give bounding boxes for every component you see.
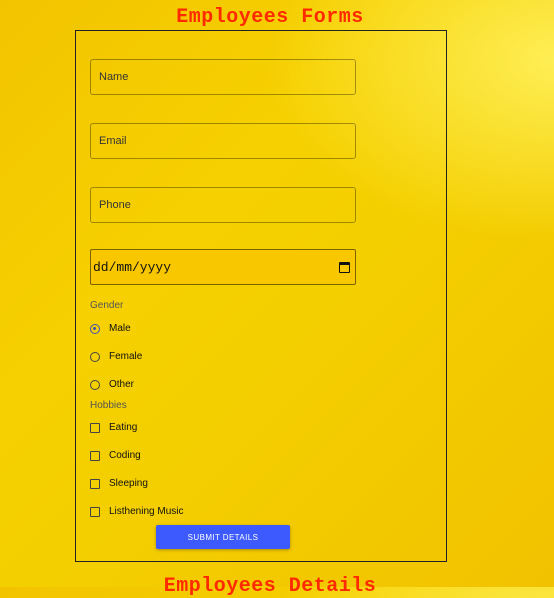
gender-option-female[interactable]: Female (90, 351, 142, 362)
phone-input[interactable] (90, 187, 356, 223)
hobby-option-coding[interactable]: Coding (90, 450, 141, 461)
hobbies-label: Hobbies (90, 400, 127, 411)
gender-option-other[interactable]: Other (90, 379, 134, 390)
checkbox-sleeping[interactable] (90, 478, 100, 489)
date-value: dd/mm/yyyy (93, 259, 172, 275)
submit-details-button[interactable]: SUBMIT DETAILS (156, 525, 290, 549)
hobby-option-label: Sleeping (109, 478, 148, 489)
checkbox-music[interactable] (90, 506, 100, 517)
radio-other[interactable] (90, 379, 100, 390)
page-title: Employees Forms (176, 6, 364, 29)
gender-option-label: Other (109, 379, 135, 390)
radio-female[interactable] (90, 351, 100, 362)
date-input[interactable]: dd/mm/yyyy (90, 249, 356, 285)
name-input[interactable] (90, 59, 356, 95)
gender-option-label: Female (109, 351, 143, 362)
hobby-option-music[interactable]: Listhening Music (90, 506, 183, 517)
gender-option-label: Male (109, 323, 131, 334)
email-input[interactable] (90, 123, 356, 159)
hobby-option-label: Coding (109, 450, 141, 461)
checkbox-coding[interactable] (90, 450, 100, 461)
radio-male[interactable] (90, 323, 100, 334)
employee-form: dd/mm/yyyy Gender Male Female Other Hobb… (75, 30, 447, 562)
gender-label: Gender (90, 300, 124, 311)
calendar-icon[interactable] (339, 261, 350, 273)
gender-option-male[interactable]: Male (90, 323, 131, 334)
checkbox-eating[interactable] (90, 422, 100, 433)
hobby-option-label: Listhening Music (109, 506, 184, 517)
hobby-option-label: Eating (109, 422, 138, 433)
hobby-option-sleeping[interactable]: Sleeping (90, 478, 148, 489)
hobby-option-eating[interactable]: Eating (90, 422, 137, 433)
